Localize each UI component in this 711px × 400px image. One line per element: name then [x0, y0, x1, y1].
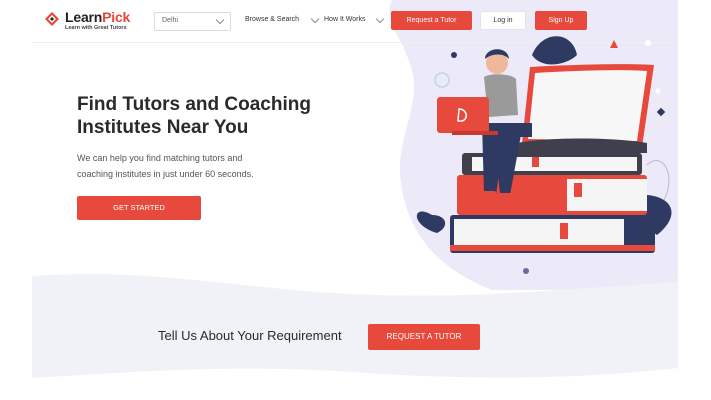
leaf-left	[416, 211, 446, 233]
logo-wordmark: LearnPick	[65, 9, 130, 25]
signup-label: Sign Up	[548, 17, 574, 24]
browser-frame: LearnPick Learn with Great Tutors Delhi …	[32, 0, 678, 382]
open-book-spine	[517, 138, 647, 153]
student-shoe	[480, 191, 496, 197]
location-value: Delhi	[162, 17, 178, 24]
logo-brand-first: Learn	[65, 9, 103, 25]
hero-subtitle-line1: We can help you find matching tutors and	[77, 153, 243, 163]
learnpick-logo[interactable]: LearnPick Learn with Great Tutors	[45, 9, 155, 35]
student-shoe	[496, 193, 512, 199]
diamond-logo-icon	[45, 12, 59, 26]
decor-diamond	[656, 107, 666, 117]
decor-dot	[645, 40, 651, 46]
get-started-label: GET STARTED	[113, 203, 165, 212]
decor-dot	[655, 88, 661, 94]
decor-ring	[434, 72, 450, 88]
decor-dot	[523, 268, 529, 274]
laptop-base	[452, 131, 498, 135]
page: LearnPick Learn with Great Tutors Delhi …	[0, 0, 711, 400]
hero-title: Find Tutors and Coaching Institutes Near…	[77, 93, 377, 139]
book-bottom-cover	[450, 245, 655, 251]
chevron-down-icon	[215, 15, 225, 25]
request-tutor-label: Request a Tutor	[406, 17, 457, 24]
book-bottom-pages	[454, 219, 624, 249]
logo-tagline: Learn with Great Tutors	[65, 25, 127, 31]
hero-illustration	[396, 36, 672, 274]
student-shirt	[484, 74, 518, 117]
bookmark	[560, 223, 568, 239]
leaf-outline	[646, 159, 670, 201]
decor-triangle	[610, 40, 618, 48]
leaf-top	[532, 36, 577, 65]
hero-title-line2: Institutes Near You	[77, 117, 249, 138]
nav-how-it-works-label: How It Works	[324, 16, 366, 23]
requirement-heading: Tell Us About Your Requirement	[158, 328, 342, 343]
bookmark	[574, 183, 582, 197]
hero-subtitle-line2: coaching institutes in just under 60 sec…	[77, 169, 254, 179]
decor-circle	[451, 52, 457, 58]
laptop	[437, 97, 489, 133]
decor-circle	[396, 44, 404, 52]
chevron-down-icon	[375, 14, 385, 24]
open-book-pages	[528, 70, 647, 141]
request-a-tutor-button[interactable]: REQUEST A TUTOR	[368, 324, 480, 350]
bookmark	[532, 157, 539, 167]
hero-title-line1: Find Tutors and Coaching	[77, 94, 311, 115]
chevron-down-icon	[310, 14, 320, 24]
login-label: Log in	[493, 17, 513, 24]
get-started-button[interactable]: GET STARTED	[77, 196, 201, 220]
request-a-tutor-label: REQUEST A TUTOR	[386, 332, 462, 341]
nav-how-it-works[interactable]: How It Works	[324, 14, 385, 24]
hero-subtitle: We can help you find matching tutors and…	[77, 150, 297, 182]
bottom-wave-background	[32, 274, 678, 378]
nav-browse-search[interactable]: Browse & Search	[245, 14, 320, 24]
location-select[interactable]: Delhi	[154, 12, 231, 31]
nav-browse-search-label: Browse & Search	[245, 16, 300, 23]
logo-brand-second: Pick	[102, 9, 131, 25]
